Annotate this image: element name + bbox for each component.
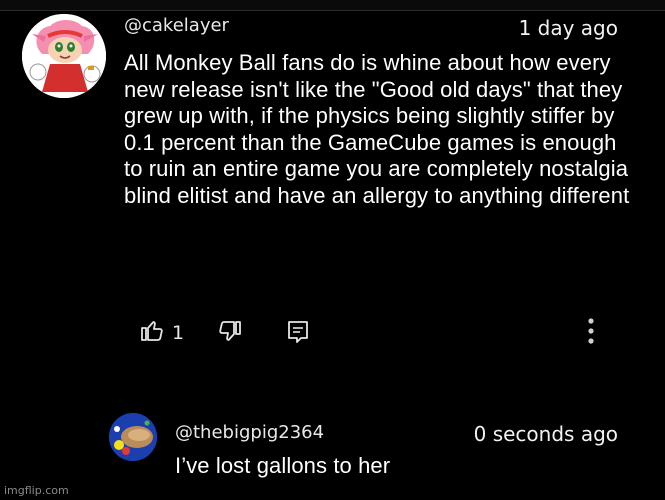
comment-author[interactable]: @thebigpig2364 [175, 422, 324, 443]
comment-item: @cakelayer 1 day ago All Monkey Ball fan… [0, 10, 665, 380]
comment-text: I’ve lost gallons to her [175, 453, 391, 478]
reply-icon[interactable] [287, 320, 309, 344]
thumbs-up-icon[interactable] [140, 318, 164, 342]
thumbs-down-icon[interactable] [218, 320, 242, 344]
reply-item: @thebigpig2364 0 seconds ago I’ve lost g… [0, 395, 665, 500]
avatar[interactable] [22, 14, 106, 98]
comment-timestamp: 0 seconds ago [473, 422, 618, 446]
blue-avatar-icon [109, 413, 157, 461]
amy-rose-avatar-icon [22, 14, 106, 98]
comment-author[interactable]: @cakelayer [124, 15, 229, 36]
like-count: 1 [172, 322, 185, 344]
comment-text: All Monkey Ball fans do is whine about h… [124, 50, 630, 208]
comment-timestamp: 1 day ago [518, 16, 618, 40]
avatar[interactable] [109, 413, 157, 461]
watermark: imgflip.com [4, 484, 69, 497]
more-vert-icon[interactable] [585, 316, 597, 346]
